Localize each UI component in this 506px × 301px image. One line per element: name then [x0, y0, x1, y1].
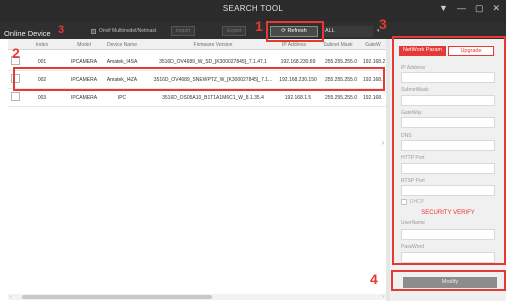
app-title: SEARCH TOOL — [222, 4, 284, 13]
cell-firmware: 3516D_OS05A10_B1T1A1M6C1_W_8.1.35.4 — [162, 95, 264, 101]
annotation-number-1: 1 — [255, 18, 263, 34]
cell-gateway: 192.168. — [363, 95, 383, 101]
table-row[interactable]: 003 IPCAMERA IPC 3516D_OS05A10_B1T1A1M6C… — [8, 89, 386, 107]
checkbox-icon — [91, 28, 96, 34]
annotation-box-panel — [392, 36, 506, 265]
scroll-right-icon[interactable]: › — [382, 294, 384, 300]
annotation-box-row — [13, 67, 385, 91]
row-checkbox[interactable] — [11, 92, 20, 101]
close-icon[interactable]: ✕ — [492, 3, 500, 13]
annotation-number-2: 2 — [12, 45, 20, 61]
col-firmware[interactable]: Firmware Version — [146, 42, 280, 48]
cell-subnet: 255.255.255.0 — [325, 59, 357, 65]
cell-subnet: 255.255.255.0 — [325, 95, 357, 101]
scrollbar-thumb[interactable] — [22, 295, 212, 299]
dropdown-menu-icon[interactable]: ▼ — [439, 3, 448, 13]
export-button[interactable]: Export — [222, 26, 247, 36]
cell-ip: 192.168.1.5 — [284, 95, 312, 101]
col-gateway[interactable]: GateW — [360, 42, 386, 48]
cell-index: 003 — [37, 95, 47, 101]
cell-gateway: 192.168.2 — [363, 59, 386, 65]
annotation-number-4: 4 — [370, 271, 378, 287]
onvif-checkbox[interactable]: Onvif Multimodel/Netmast — [91, 28, 156, 34]
table-header: Index Model Device Name Firmware Version… — [8, 39, 386, 50]
cell-index: 001 — [37, 59, 47, 65]
online-device-count: 3 — [58, 24, 65, 36]
col-device-name[interactable]: Device Name — [98, 42, 146, 48]
minimize-icon[interactable]: — — [457, 3, 466, 13]
col-index[interactable]: Index — [22, 42, 62, 48]
horizontal-scrollbar[interactable]: ‹ › — [8, 294, 386, 300]
col-ip[interactable]: IP Address — [270, 42, 318, 48]
device-filter-select[interactable]: ALL — [323, 26, 373, 37]
title-bar: SEARCH TOOL ▼ — ▢ ✕ — [0, 0, 506, 22]
annotation-number-3: 3 — [379, 16, 387, 32]
maximize-icon[interactable]: ▢ — [475, 3, 484, 13]
col-subnet[interactable]: Subnet Mask — [316, 42, 360, 48]
chevron-right-icon[interactable]: › — [378, 138, 388, 150]
onvif-label: Onvif Multimodel/Netmast — [99, 28, 157, 34]
window-controls: ▼ — ▢ ✕ — [439, 3, 500, 13]
cell-device-name: IPC — [117, 95, 127, 101]
online-device-label: Online Device — [4, 29, 51, 38]
cell-device-name: Amatek_I4SA — [106, 59, 138, 65]
annotation-box-modify — [391, 270, 506, 291]
annotation-box-refresh — [266, 21, 324, 42]
import-button[interactable]: Import — [171, 26, 196, 36]
scroll-left-icon[interactable]: ‹ — [10, 294, 12, 300]
cell-firmware: 3516D_OV4689_W_SD_[K300027845]_7.1.47.1 — [159, 59, 267, 65]
cell-ip: 192.168.230.69 — [280, 59, 316, 65]
